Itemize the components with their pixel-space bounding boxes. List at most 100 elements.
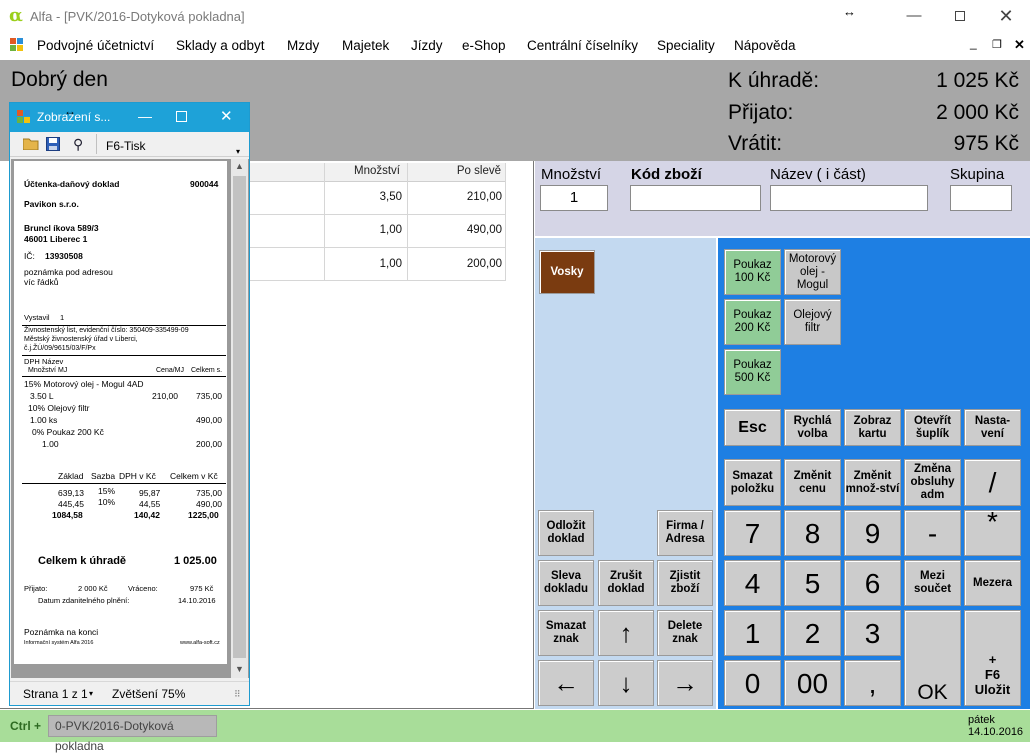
receipt-item-3-total: 200,00 bbox=[196, 439, 222, 449]
document-icon[interactable] bbox=[10, 38, 24, 52]
company-address-button[interactable]: Firma / Adresa bbox=[657, 510, 713, 556]
save-f6-label: F6 bbox=[984, 667, 1001, 682]
preview-close-button[interactable]: ✕ bbox=[220, 107, 233, 125]
product-poukaz-200-button[interactable]: Poukaz 200 Kč bbox=[724, 299, 781, 345]
receipt-footer-web: www.alfa-soft.cz bbox=[180, 640, 220, 646]
settings-button[interactable]: Nasta-vení bbox=[964, 409, 1021, 446]
resize-grip-icon[interactable]: ⠿ bbox=[234, 689, 241, 700]
menu-assets[interactable]: Majetek bbox=[342, 38, 389, 53]
product-poukaz-500-button[interactable]: Poukaz 500 Kč bbox=[724, 349, 781, 395]
maximize-button[interactable] bbox=[937, 0, 983, 32]
receipt-r3-base: 1084,58 bbox=[52, 510, 83, 520]
receipt-r2-vat: 44,55 bbox=[139, 499, 161, 509]
key-1[interactable]: 1 bbox=[724, 610, 781, 656]
receipt-r3-total: 1225,00 bbox=[188, 510, 219, 520]
zoom-indicator[interactable]: Zvětšení 75% bbox=[112, 687, 185, 701]
esc-button[interactable]: Esc bbox=[724, 409, 781, 446]
category-vosky-button[interactable]: Vosky bbox=[539, 250, 595, 294]
product-oil-filter-button[interactable]: Olejový filtr bbox=[784, 299, 841, 345]
doc-discount-button[interactable]: Sleva dokladu bbox=[538, 560, 594, 606]
receipt-r1-vat: 95,87 bbox=[139, 488, 161, 498]
minimize-button[interactable]: — bbox=[891, 0, 937, 32]
decimal-comma-button[interactable]: , bbox=[844, 660, 901, 706]
code-input[interactable] bbox=[630, 185, 761, 211]
receipt-r2-rate: 10% bbox=[98, 497, 116, 507]
key-00[interactable]: 00 bbox=[784, 660, 841, 706]
product-poukaz-100-button[interactable]: Poukaz 100 Kč bbox=[724, 249, 781, 295]
delete-char-button[interactable]: Delete znak bbox=[657, 610, 713, 656]
scroll-down-icon[interactable]: ▼ bbox=[235, 664, 244, 674]
divide-button[interactable]: / bbox=[964, 459, 1021, 506]
arrow-up-icon[interactable]: ↑ bbox=[598, 610, 654, 656]
scroll-up-icon[interactable]: ▲ bbox=[235, 161, 244, 171]
key-0[interactable]: 0 bbox=[724, 660, 781, 706]
key-2[interactable]: 2 bbox=[784, 610, 841, 656]
menu-eshop[interactable]: e-Shop bbox=[462, 38, 506, 53]
backspace-button[interactable]: Smazat znak bbox=[538, 610, 594, 656]
receipt-item-1-total: 735,00 bbox=[196, 391, 222, 401]
space-button[interactable]: Mezera bbox=[964, 560, 1021, 606]
page-indicator[interactable]: Strana 1 z 1 bbox=[23, 687, 88, 701]
menu-codebooks[interactable]: Centrální číselníky bbox=[527, 38, 638, 53]
arrow-right-icon[interactable]: → bbox=[657, 660, 713, 706]
change-operator-button[interactable]: Změna obsluhy adm bbox=[904, 459, 961, 506]
preview-minimize-button[interactable]: — bbox=[138, 108, 152, 124]
receipt-ico: 13930508 bbox=[45, 251, 83, 261]
open-drawer-button[interactable]: Otevřít šuplík bbox=[904, 409, 961, 446]
mdi-minimize-button[interactable]: _ bbox=[970, 36, 977, 50]
due-value: 1 025 Kč bbox=[936, 69, 1019, 92]
subtotal-button[interactable]: Mezi součet bbox=[904, 560, 961, 606]
print-button[interactable]: F6-Tisk bbox=[106, 139, 146, 153]
key-5[interactable]: 5 bbox=[784, 560, 841, 606]
binoculars-icon[interactable]: ⚲ bbox=[73, 136, 83, 153]
window-title: Alfa - [PVK/2016-Dotyková pokladna] bbox=[30, 9, 245, 24]
menu-help[interactable]: Nápověda bbox=[734, 38, 796, 53]
mdi-restore-button[interactable]: ❐ bbox=[992, 38, 1002, 51]
key-7[interactable]: 7 bbox=[724, 510, 781, 556]
col-header-discounted[interactable]: Po slevě bbox=[409, 165, 501, 177]
quick-select-button[interactable]: Rychlá volba bbox=[784, 409, 841, 446]
scroll-thumb[interactable] bbox=[233, 176, 246, 658]
delete-item-button[interactable]: Smazat položku bbox=[724, 459, 781, 506]
key-4[interactable]: 4 bbox=[724, 560, 781, 606]
key-8[interactable]: 8 bbox=[784, 510, 841, 556]
menu-warehouse[interactable]: Sklady a odbyt bbox=[176, 38, 265, 53]
group-input[interactable] bbox=[950, 185, 1012, 211]
document-tab[interactable]: 0-PVK/2016-Dotyková pokladna bbox=[48, 715, 217, 753]
print-preview-window[interactable]: Zobrazení s... ↔ — ✕ ⚲ F6-Tisk ▾ ▲ ▼ Účt… bbox=[9, 102, 250, 706]
multiply-button[interactable]: * bbox=[964, 508, 1021, 556]
col-header-quantity[interactable]: Množství bbox=[326, 165, 400, 177]
show-card-button[interactable]: Zobraz kartu bbox=[844, 409, 901, 446]
arrow-down-icon[interactable]: ↓ bbox=[598, 660, 654, 706]
menu-trips[interactable]: Jízdy bbox=[411, 38, 443, 53]
find-goods-button[interactable]: Zjistit zboží bbox=[657, 560, 713, 606]
key-9[interactable]: 9 bbox=[844, 510, 901, 556]
save-button[interactable]: + F6 Uložit bbox=[964, 610, 1021, 706]
toolbar-overflow-icon[interactable]: ▾ bbox=[236, 147, 240, 156]
received-label: Přijato: bbox=[728, 101, 794, 124]
close-button[interactable]: ✕ bbox=[983, 0, 1029, 32]
open-folder-icon[interactable] bbox=[22, 137, 39, 151]
change-qty-button[interactable]: Změnit množ-ství bbox=[844, 459, 901, 506]
ok-button[interactable]: OK bbox=[904, 610, 961, 706]
code-label: Kód zboží bbox=[631, 166, 702, 183]
postpone-doc-button[interactable]: Odložit doklad bbox=[538, 510, 594, 556]
preview-maximize-button[interactable] bbox=[176, 111, 187, 122]
name-input[interactable] bbox=[770, 185, 928, 211]
menu-special[interactable]: Speciality bbox=[657, 38, 715, 53]
product-motor-oil-button[interactable]: Motorový olej - Mogul bbox=[784, 249, 841, 295]
key-3[interactable]: 3 bbox=[844, 610, 901, 656]
menu-payroll[interactable]: Mzdy bbox=[287, 38, 319, 53]
page-dropdown-icon[interactable]: ▾ bbox=[89, 689, 93, 698]
receipt-footer-note: Poznámka na konci bbox=[24, 627, 99, 637]
qty-input[interactable]: 1 bbox=[540, 185, 608, 211]
key-6[interactable]: 6 bbox=[844, 560, 901, 606]
cancel-doc-button[interactable]: Zrušit doklad bbox=[598, 560, 654, 606]
save-disk-icon[interactable] bbox=[46, 137, 60, 151]
minus-button[interactable]: - bbox=[904, 510, 961, 556]
menu-accounting[interactable]: Podvojné účetnictví bbox=[37, 38, 154, 53]
arrow-left-icon[interactable]: ← bbox=[538, 660, 594, 706]
change-price-button[interactable]: Změnit cenu bbox=[784, 459, 841, 506]
receipt-h-qty: Množství MJ bbox=[28, 367, 68, 374]
mdi-close-button[interactable]: ✕ bbox=[1014, 37, 1025, 53]
